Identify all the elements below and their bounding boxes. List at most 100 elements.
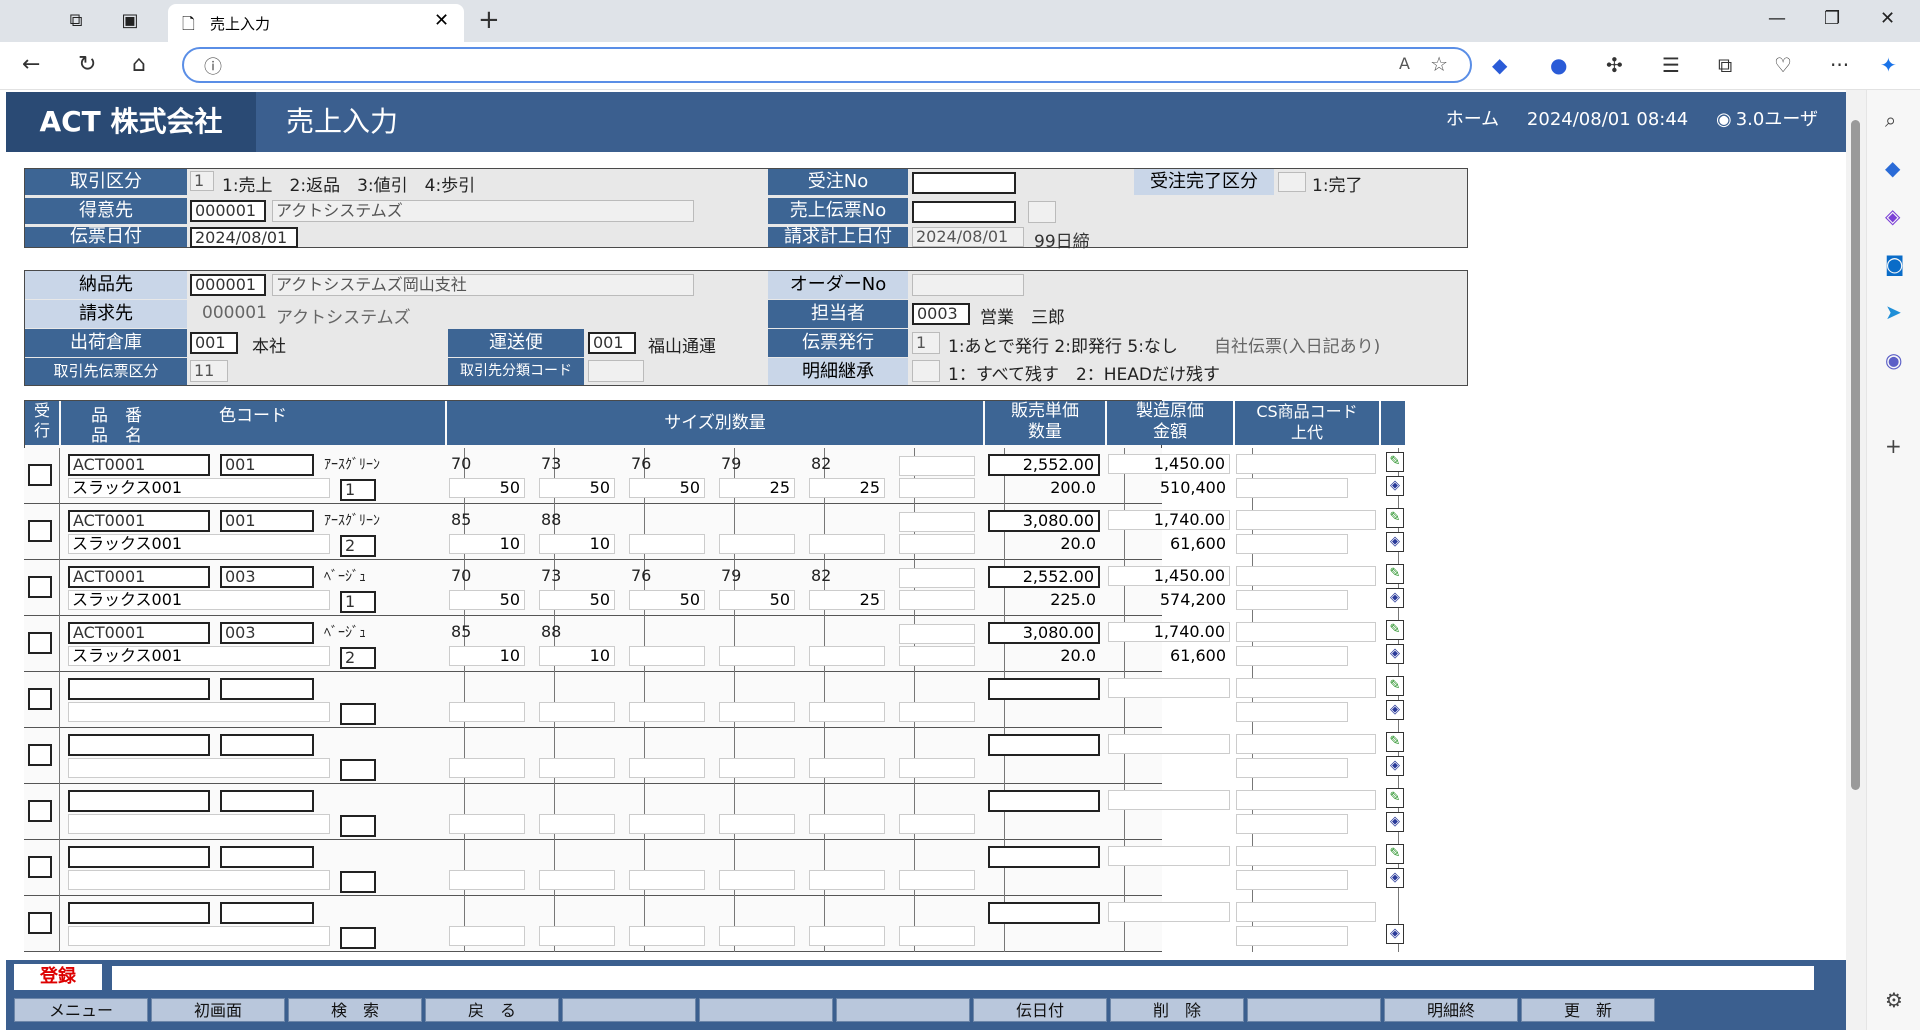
- size-qty-input[interactable]: [539, 702, 615, 722]
- genka-input[interactable]: [1108, 678, 1230, 698]
- cs-code-input[interactable]: [1236, 622, 1376, 642]
- tanka-input[interactable]: 2,552.00: [988, 454, 1100, 476]
- function-key-9[interactable]: 削 除: [1110, 998, 1244, 1022]
- size-qty-input[interactable]: [899, 646, 975, 666]
- lookup-icon[interactable]: ◈: [1386, 700, 1404, 720]
- size-qty-input[interactable]: 50: [629, 478, 705, 498]
- seikyu-date-input[interactable]: 2024/08/01: [912, 227, 1024, 247]
- color-code-input[interactable]: 003: [220, 622, 314, 644]
- tanka-input[interactable]: [988, 734, 1100, 756]
- size-qty-input[interactable]: [719, 870, 795, 890]
- edit-pencil-icon[interactable]: ✎: [1386, 620, 1404, 640]
- soko-code[interactable]: 001: [190, 332, 238, 354]
- size-qty-input[interactable]: [629, 702, 705, 722]
- row-checkbox[interactable]: [28, 632, 52, 654]
- tantosha-code[interactable]: 0003: [912, 303, 970, 325]
- cs-code-input[interactable]: [1236, 790, 1376, 810]
- size-qty-input[interactable]: [449, 702, 525, 722]
- pattern-input[interactable]: [340, 815, 376, 837]
- pattern-input[interactable]: 1: [340, 479, 376, 501]
- color-code-input[interactable]: [220, 678, 314, 700]
- function-key-2[interactable]: 初画面: [151, 998, 285, 1022]
- size-qty-input[interactable]: [539, 758, 615, 778]
- genka-input[interactable]: 1,450.00: [1108, 566, 1230, 586]
- size-qty-input[interactable]: [629, 926, 705, 946]
- jodai-input[interactable]: [1236, 590, 1348, 610]
- hinmei-input[interactable]: スラックス001: [68, 534, 330, 554]
- size-qty-input[interactable]: [809, 702, 885, 722]
- size-qty-input[interactable]: [629, 814, 705, 834]
- edit-pencil-icon[interactable]: ✎: [1386, 844, 1404, 864]
- size-qty-input[interactable]: [809, 534, 885, 554]
- lookup-icon[interactable]: ◈: [1386, 812, 1404, 832]
- size-label-input[interactable]: [899, 568, 975, 588]
- restore-icon[interactable]: ❐: [1824, 8, 1840, 29]
- minimize-icon[interactable]: —: [1768, 8, 1786, 29]
- function-key-3[interactable]: 検 索: [288, 998, 422, 1022]
- size-qty-input[interactable]: 10: [449, 534, 525, 554]
- favorites-icon[interactable]: ☰: [1662, 53, 1680, 77]
- size-qty-input[interactable]: [629, 534, 705, 554]
- pattern-input[interactable]: [340, 927, 376, 949]
- genka-input[interactable]: [1108, 846, 1230, 866]
- function-key-1[interactable]: メニュー: [14, 998, 148, 1022]
- lookup-icon[interactable]: ◈: [1386, 924, 1404, 944]
- jodai-input[interactable]: [1236, 478, 1348, 498]
- send-icon[interactable]: ➤: [1885, 300, 1902, 324]
- size-qty-input[interactable]: [809, 758, 885, 778]
- lookup-icon[interactable]: ◈: [1386, 868, 1404, 888]
- size-qty-input[interactable]: [719, 758, 795, 778]
- performance-icon[interactable]: ♡: [1774, 53, 1792, 77]
- page-scrollbar[interactable]: [1846, 90, 1866, 1030]
- back-icon[interactable]: ←: [22, 52, 40, 77]
- torihikisaki-denpyo-input[interactable]: 11: [190, 360, 228, 382]
- genka-input[interactable]: [1108, 902, 1230, 922]
- row-checkbox[interactable]: [28, 688, 52, 710]
- tanka-input[interactable]: [988, 846, 1100, 868]
- nohinsaki-code[interactable]: 000001: [190, 274, 266, 296]
- browser-tab[interactable]: 🗋 売上入力 ✕: [168, 4, 464, 42]
- edit-pencil-icon[interactable]: ✎: [1386, 732, 1404, 752]
- genka-input[interactable]: [1108, 790, 1230, 810]
- jodai-input[interactable]: [1236, 870, 1348, 890]
- juchu-kanryo-input[interactable]: [1278, 172, 1306, 192]
- pattern-input[interactable]: 2: [340, 535, 376, 557]
- size-qty-input[interactable]: [809, 870, 885, 890]
- genka-input[interactable]: [1108, 734, 1230, 754]
- hinmei-input[interactable]: [68, 814, 330, 834]
- hinmei-input[interactable]: スラックス001: [68, 590, 330, 610]
- color-code-input[interactable]: [220, 846, 314, 868]
- jodai-input[interactable]: [1236, 646, 1348, 666]
- cs-code-input[interactable]: [1236, 902, 1376, 922]
- hinban-input[interactable]: ACT0001: [68, 510, 210, 532]
- size-label-input[interactable]: [899, 624, 975, 644]
- hinban-input[interactable]: [68, 790, 210, 812]
- function-key-7[interactable]: [836, 998, 970, 1022]
- size-qty-input[interactable]: 10: [449, 646, 525, 666]
- new-tab-icon[interactable]: +: [478, 5, 500, 35]
- size-qty-input[interactable]: [899, 534, 975, 554]
- copilot-sidebar-icon[interactable]: ◈: [1885, 204, 1900, 228]
- size-qty-input[interactable]: [719, 534, 795, 554]
- hinban-input[interactable]: [68, 902, 210, 924]
- size-qty-input[interactable]: [899, 814, 975, 834]
- row-checkbox[interactable]: [28, 464, 52, 486]
- hinmei-input[interactable]: [68, 702, 330, 722]
- tab-actions-icon[interactable]: ▣: [118, 9, 142, 33]
- hinmei-input[interactable]: スラックス001: [68, 478, 330, 498]
- lookup-icon[interactable]: ◈: [1386, 476, 1404, 496]
- edit-pencil-icon[interactable]: ✎: [1386, 508, 1404, 528]
- size-qty-input[interactable]: [809, 926, 885, 946]
- color-code-input[interactable]: [220, 790, 314, 812]
- extensions-icon[interactable]: ✣: [1606, 53, 1623, 77]
- jodai-input[interactable]: [1236, 926, 1348, 946]
- pattern-input[interactable]: [340, 703, 376, 725]
- size-qty-input[interactable]: [449, 814, 525, 834]
- jodai-input[interactable]: [1236, 702, 1348, 722]
- size-qty-input[interactable]: 25: [809, 590, 885, 610]
- cs-code-input[interactable]: [1236, 454, 1376, 474]
- size-qty-input[interactable]: [809, 814, 885, 834]
- size-qty-input[interactable]: [719, 926, 795, 946]
- address-bar[interactable]: ⓘ A ☆: [182, 47, 1472, 83]
- close-tab-icon[interactable]: ✕: [434, 10, 449, 31]
